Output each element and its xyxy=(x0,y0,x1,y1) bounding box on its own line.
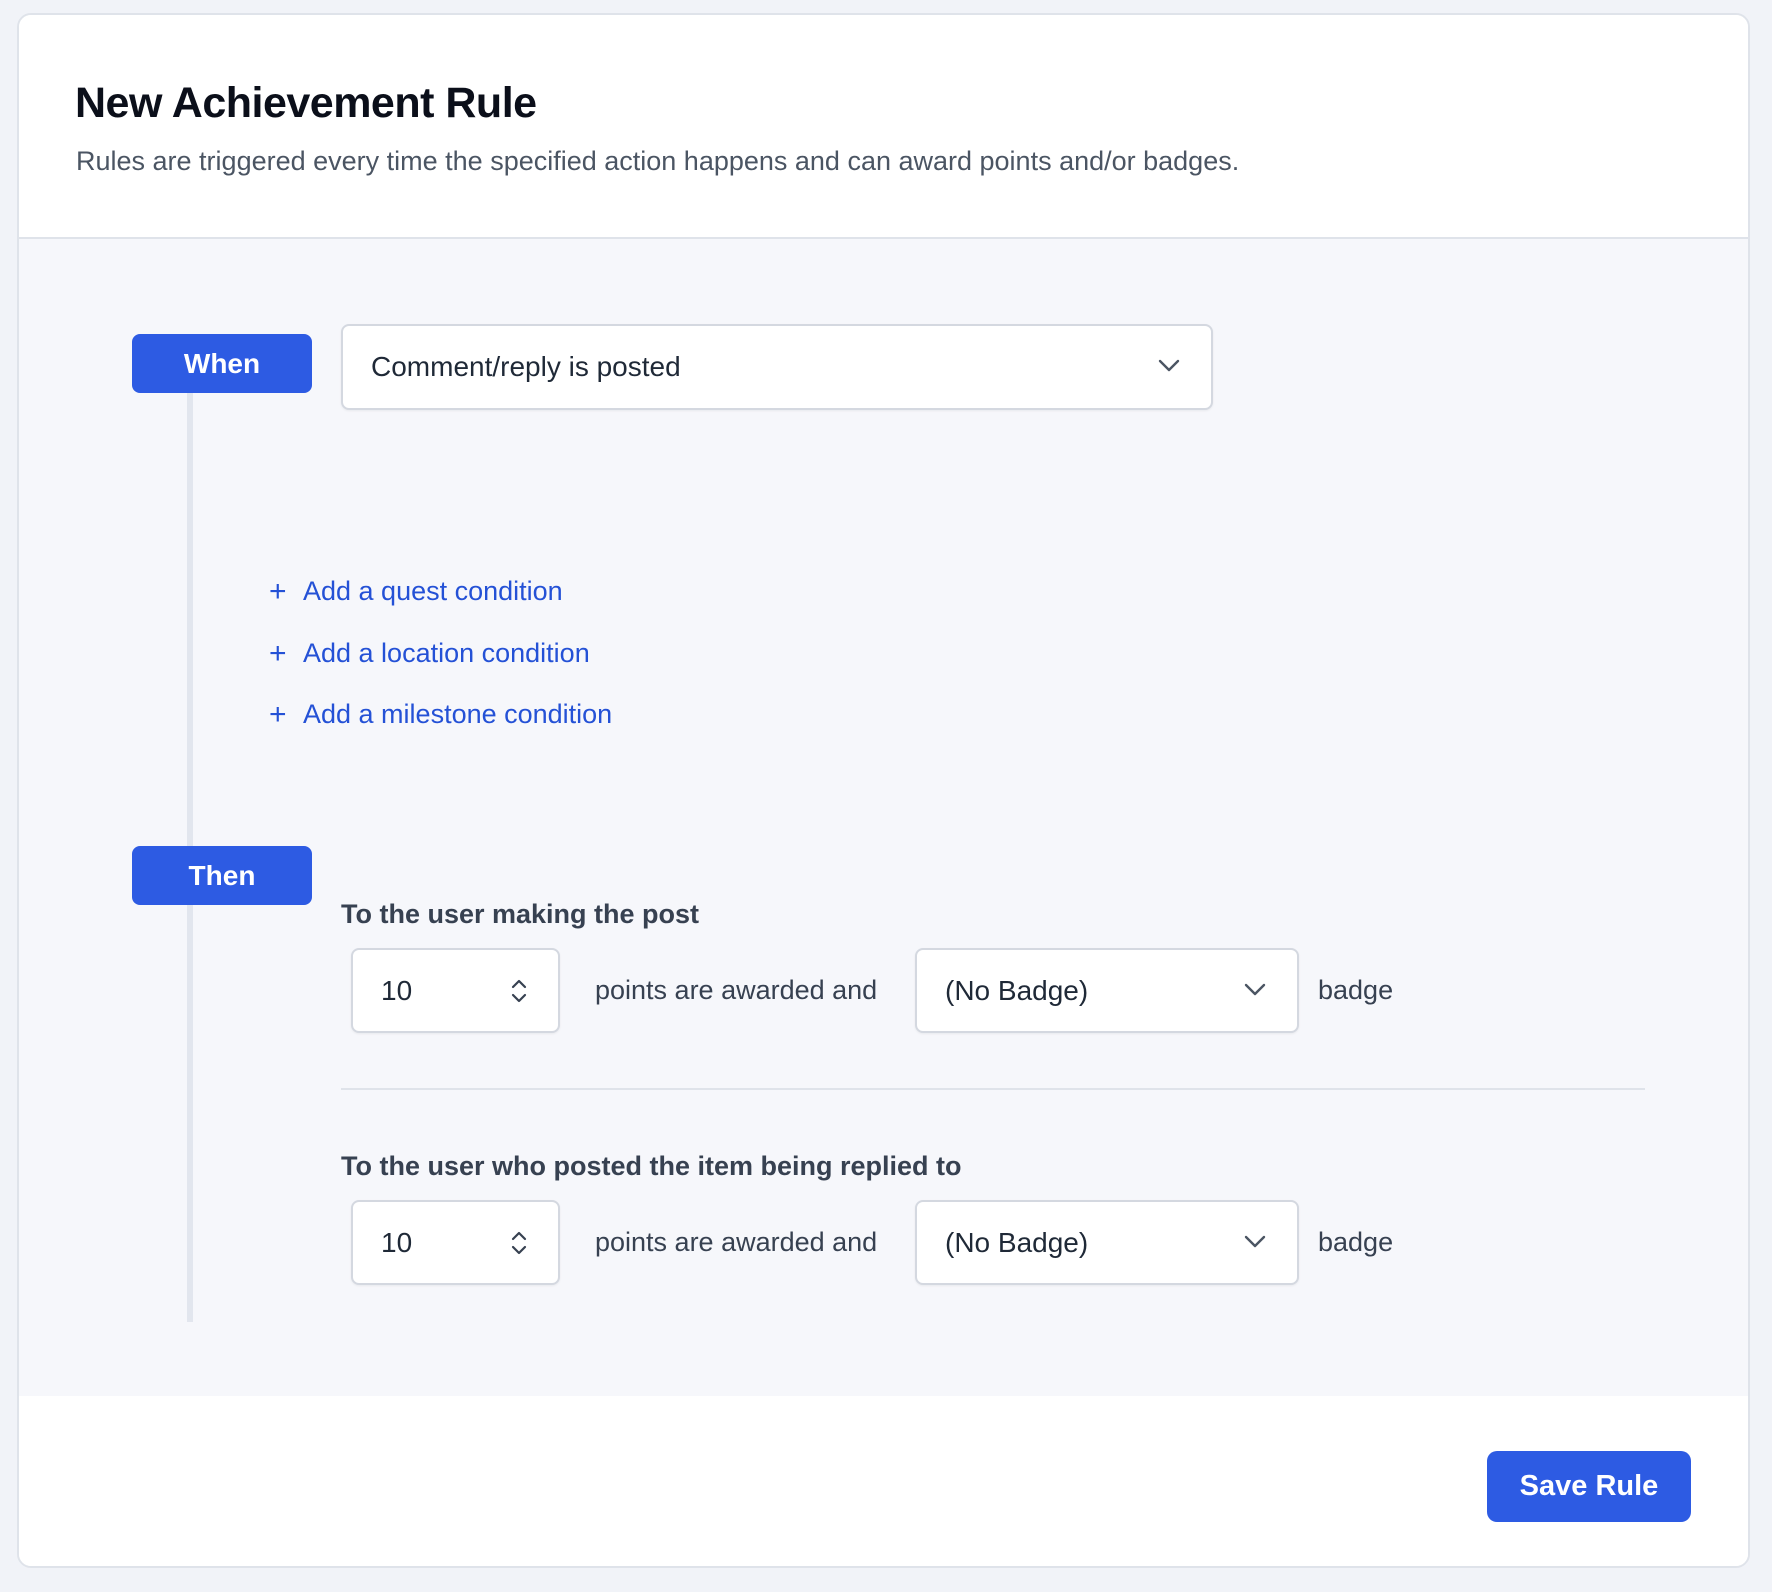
add-quest-condition-label: Add a quest condition xyxy=(303,576,563,606)
plus-icon: + xyxy=(269,697,287,731)
badge-select-poster[interactable]: (No Badge) xyxy=(915,948,1299,1033)
add-milestone-condition-link[interactable]: + Add a milestone condition xyxy=(269,699,612,730)
award-divider xyxy=(341,1088,1645,1090)
plus-icon: + xyxy=(269,574,287,608)
save-rule-button[interactable]: Save Rule xyxy=(1487,1451,1691,1522)
add-milestone-condition-label: Add a milestone condition xyxy=(303,699,613,729)
points-value: 10 xyxy=(381,974,413,1006)
chevron-down-icon xyxy=(1244,983,1266,995)
then-badge: Then xyxy=(132,846,312,905)
page-subtitle: Rules are triggered every time the speci… xyxy=(76,146,1240,176)
chevron-down-icon xyxy=(1158,359,1180,372)
page-title: New Achievement Rule xyxy=(75,79,537,127)
badge-select-value: (No Badge) xyxy=(945,974,1089,1006)
points-awarded-text: points are awarded and xyxy=(595,975,878,1005)
trigger-select[interactable]: Comment/reply is posted xyxy=(341,324,1213,410)
add-location-condition-label: Add a location condition xyxy=(303,638,590,668)
card-footer: Save Rule xyxy=(19,1396,1748,1566)
add-quest-condition-link[interactable]: + Add a quest condition xyxy=(269,576,563,607)
stepper-icon[interactable] xyxy=(508,1226,530,1260)
plus-icon: + xyxy=(269,636,287,670)
timeline-line xyxy=(187,334,193,1322)
chevron-down-icon xyxy=(1244,1235,1266,1247)
card-header: New Achievement Rule Rules are triggered… xyxy=(19,15,1748,239)
rule-card: New Achievement Rule Rules are triggered… xyxy=(17,13,1750,1568)
award-heading-poster: To the user making the post xyxy=(341,899,700,929)
add-location-condition-link[interactable]: + Add a location condition xyxy=(269,638,590,669)
rule-builder: When Comment/reply is posted + Add a que… xyxy=(19,239,1748,1400)
badge-select-value: (No Badge) xyxy=(945,1226,1089,1258)
when-badge: When xyxy=(132,334,312,393)
stepper-icon[interactable] xyxy=(508,974,530,1008)
award-heading-original-poster: To the user who posted the item being re… xyxy=(341,1151,962,1181)
points-awarded-text: points are awarded and xyxy=(595,1227,878,1257)
badge-select-original-poster[interactable]: (No Badge) xyxy=(915,1200,1299,1285)
badge-text: badge xyxy=(1318,1227,1394,1257)
trigger-select-value: Comment/reply is posted xyxy=(371,351,681,382)
points-value: 10 xyxy=(381,1226,413,1258)
badge-text: badge xyxy=(1318,975,1394,1005)
points-input-poster[interactable]: 10 xyxy=(351,948,560,1033)
points-input-original-poster[interactable]: 10 xyxy=(351,1200,560,1285)
